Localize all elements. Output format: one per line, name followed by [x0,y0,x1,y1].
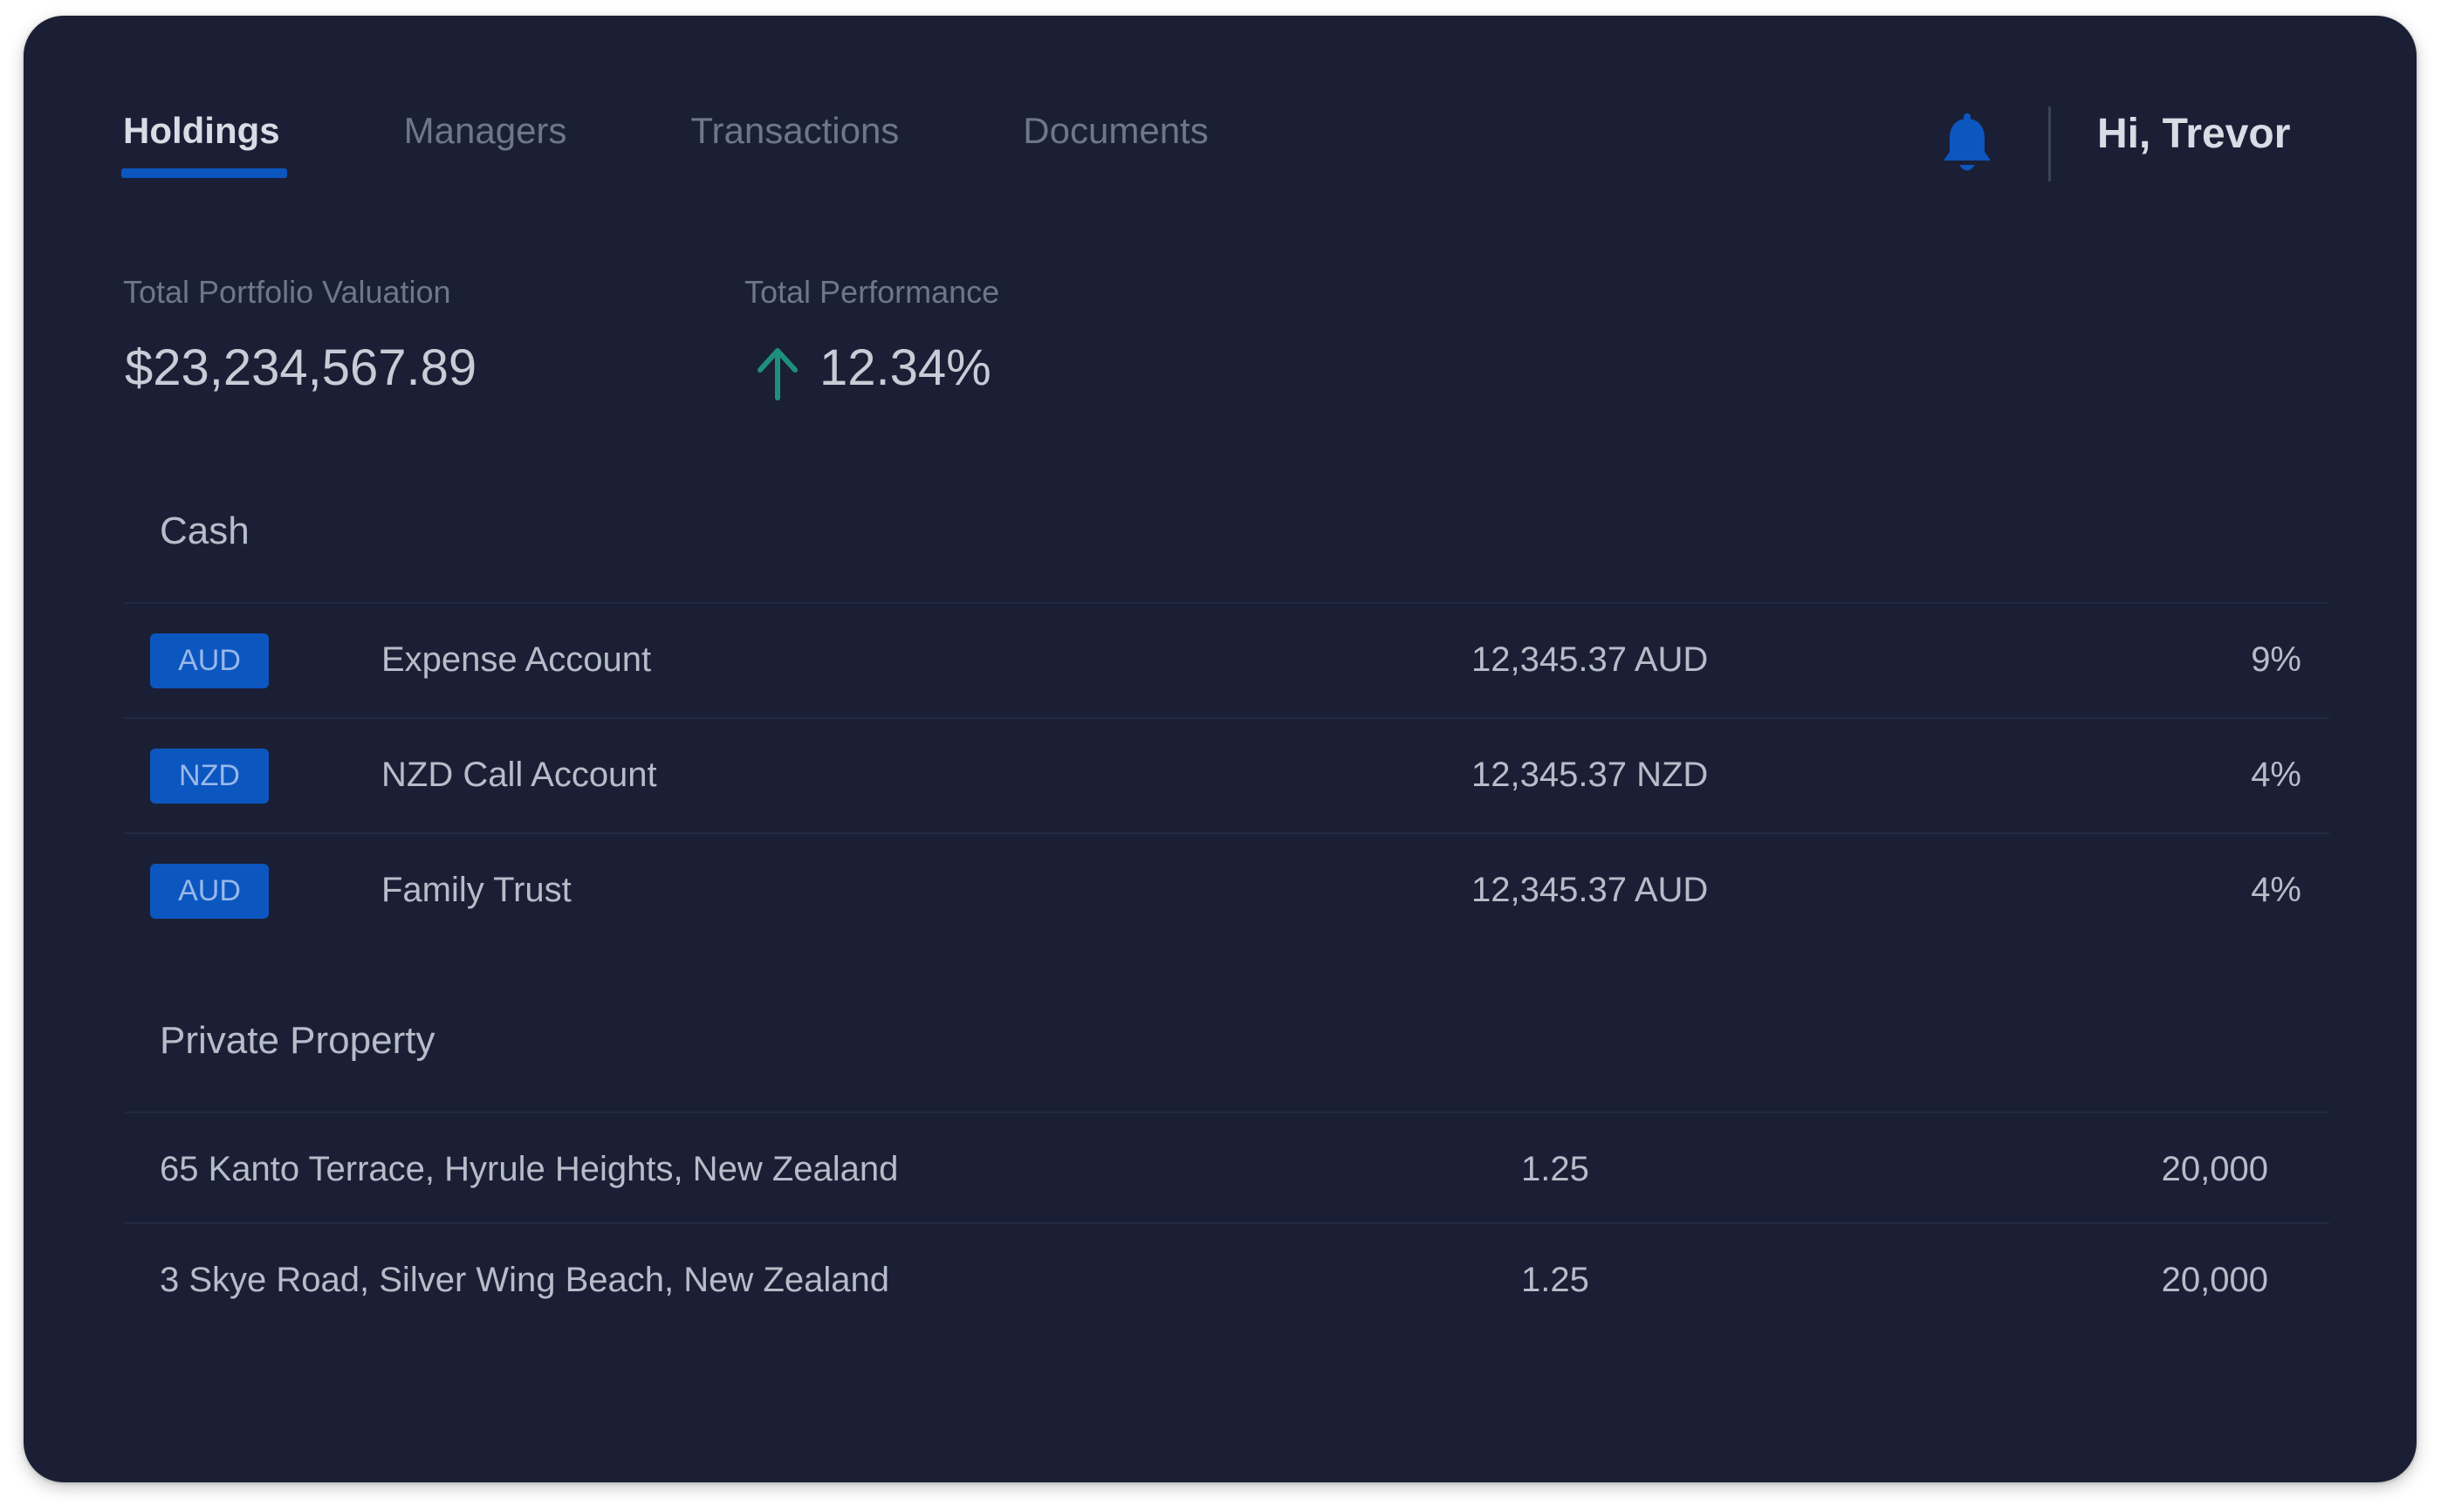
bell-icon[interactable] [1940,113,1994,178]
property-ratio: 1.25 [1521,1150,1589,1188]
account-amount: 12,345.37 NZD [1471,756,1709,794]
currency-badge: AUD [150,633,269,688]
property-section-title: Private Property [160,1019,435,1062]
cash-section-title: Cash [160,510,250,552]
performance-value: 12.34% [819,339,991,396]
table-row[interactable]: AUD Expense Account 12,345.37 AUD 9% [125,602,2329,717]
account-name: Expense Account [381,640,652,679]
account-percent: 4% [2251,871,2301,909]
tab-documents[interactable]: Documents [1023,110,1208,174]
user-greeting[interactable]: Hi, Trevor [2097,110,2290,158]
performance-label: Total Performance [744,274,1000,310]
tab-transactions[interactable]: Transactions [690,110,899,174]
currency-badge: NZD [150,749,269,804]
property-ratio: 1.25 [1521,1261,1589,1299]
tab-holdings[interactable]: Holdings [121,110,287,178]
table-row[interactable]: 3 Skye Road, Silver Wing Beach, New Zeal… [125,1222,2329,1334]
table-row[interactable]: NZD NZD Call Account 12,345.37 NZD 4% [125,717,2329,832]
property-value: 20,000 [2161,1150,2268,1188]
nav-tabs: Holdings Managers Transactions Documents [121,110,1209,178]
arrow-up-icon [758,348,798,400]
account-name: NZD Call Account [381,756,657,794]
app-window: Holdings Managers Transactions Documents… [24,16,2417,1482]
account-amount: 12,345.37 AUD [1471,640,1709,679]
currency-badge: AUD [150,864,269,919]
property-address: 65 Kanto Terrace, Hyrule Heights, New Ze… [160,1150,899,1188]
valuation-label: Total Portfolio Valuation [123,274,451,310]
table-row[interactable]: AUD Family Trust 12,345.37 AUD 4% [125,832,2329,948]
property-value: 20,000 [2161,1261,2268,1299]
account-percent: 9% [2251,640,2301,679]
tab-managers[interactable]: Managers [404,110,567,174]
account-percent: 4% [2251,756,2301,794]
account-amount: 12,345.37 AUD [1471,871,1709,909]
property-address: 3 Skye Road, Silver Wing Beach, New Zeal… [160,1261,889,1299]
table-row[interactable]: 65 Kanto Terrace, Hyrule Heights, New Ze… [125,1112,2329,1223]
account-name: Family Trust [381,871,572,909]
valuation-value: $23,234,567.89 [125,339,477,396]
header-divider [2048,106,2051,181]
